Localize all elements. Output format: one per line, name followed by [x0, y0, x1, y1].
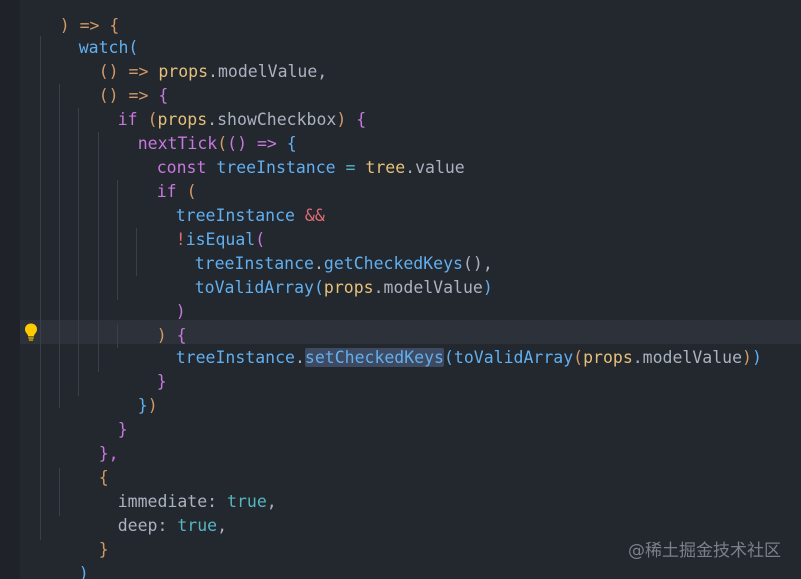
code-token: props	[583, 348, 633, 367]
code-token: }	[156, 372, 167, 391]
editor-gutter	[0, 0, 20, 579]
code-editor[interactable]: ) => { watch( () => props.modelValue, ()…	[0, 0, 801, 579]
code-line[interactable]: const treeInstance = tree.value	[20, 132, 465, 177]
code-token: .	[294, 348, 305, 367]
lightbulb-icon[interactable]	[21, 322, 41, 342]
code-token: treeInstance	[175, 348, 295, 367]
code-token: =	[335, 158, 366, 177]
code-token: )	[751, 348, 762, 367]
code-line[interactable]: toValidArray(props.modelValue)	[20, 252, 493, 297]
code-token: tree	[365, 158, 406, 177]
code-token: }	[98, 540, 109, 559]
code-token: &&	[294, 206, 325, 225]
code-token: )	[482, 278, 493, 297]
code-token: {	[356, 110, 367, 129]
code-token: toValidArray	[453, 348, 574, 367]
code-token: .modelValue	[632, 348, 743, 367]
watermark: @稀土掘金技术社区	[628, 541, 781, 561]
code-token: true	[177, 516, 218, 535]
code-line[interactable]: immediate: true,	[20, 466, 277, 511]
code-token: ,	[217, 516, 228, 535]
code-token: (	[573, 348, 584, 367]
code-token: )	[336, 110, 357, 129]
code-token: .value	[405, 158, 465, 177]
code-line[interactable]: {	[20, 442, 109, 487]
code-line[interactable]: },	[20, 418, 119, 463]
code-token: (	[313, 278, 324, 297]
code-token: treeInstance	[216, 158, 336, 177]
code-line[interactable]: )	[20, 276, 186, 321]
code-token: }	[137, 396, 148, 415]
code-line[interactable]: ) {	[20, 300, 187, 345]
code-token: .modelValue	[373, 278, 483, 297]
code-line[interactable]: if (	[20, 156, 197, 201]
code-token: )	[742, 348, 752, 367]
code-token: true	[227, 492, 267, 511]
code-token: .modelValue,	[208, 62, 328, 81]
code-token: toValidArray	[194, 278, 314, 297]
code-line[interactable]: }	[20, 346, 167, 391]
code-line[interactable]: })	[20, 370, 158, 415]
code-line[interactable]: nextTick(() => {	[20, 108, 297, 153]
code-line[interactable]: }	[20, 394, 128, 439]
selected-token: setCheckedKeys	[304, 348, 444, 367]
code-token: deep:	[117, 516, 178, 535]
code-token: props	[323, 278, 374, 297]
code-line[interactable]: () => {	[20, 60, 169, 105]
code-line[interactable]: )	[20, 538, 89, 579]
code-token: )	[78, 564, 89, 579]
code-line[interactable]: !isEqual(	[20, 204, 265, 249]
code-line[interactable]: if (props.showCheckbox) {	[20, 84, 366, 129]
code-token: (	[443, 348, 454, 367]
code-token: )	[147, 396, 158, 415]
code-token: }	[117, 420, 128, 439]
code-line[interactable]: watch(	[20, 12, 139, 57]
code-line[interactable]: treeInstance &&	[20, 180, 325, 225]
code-token: ,	[266, 492, 277, 511]
code-line[interactable]: treeInstance.getCheckedKeys(),	[20, 228, 493, 273]
code-line[interactable]: }	[20, 514, 109, 559]
code-line[interactable]: deep: true,	[20, 490, 227, 535]
code-line[interactable]: () => props.modelValue,	[20, 36, 328, 81]
code-line-current[interactable]: treeInstance.setCheckedKeys(toValidArray…	[20, 322, 762, 367]
